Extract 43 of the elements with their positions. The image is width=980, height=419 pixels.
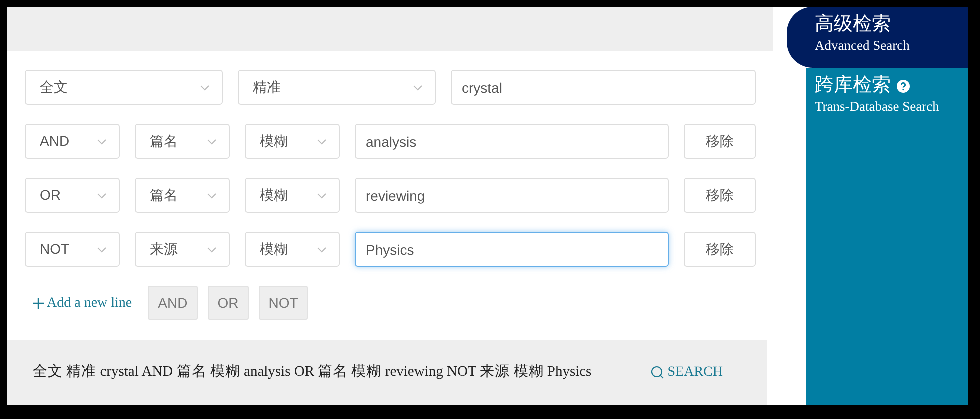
- dropdown[interactable]: 模糊: [245, 124, 340, 159]
- chevron-icon: [97, 192, 107, 198]
- tab-subtitle: Trans-Database Search: [815, 98, 940, 116]
- dropdown[interactable]: 精准: [238, 70, 436, 105]
- chevron-icon: [207, 192, 217, 198]
- search-button[interactable]: SEARCH: [650, 362, 723, 383]
- dropdown[interactable]: OR: [25, 178, 120, 213]
- query-summary: 全文 精准 crystal AND 篇名 模糊 analysis OR 篇名 模糊 reviewing NOT 来源 模糊 Physics: [33, 362, 592, 382]
- dropdown[interactable]: 篇名: [135, 178, 230, 213]
- dropdown[interactable]: 篇名: [135, 124, 230, 159]
- search-input[interactable]: reviewing: [355, 178, 669, 213]
- operator-button[interactable]: OR: [208, 286, 249, 320]
- chevron-icon: [317, 246, 327, 252]
- sidebar-tab[interactable]: 跨库检索 Trans-Database Search: [806, 68, 968, 126]
- tab-title: 跨库检索: [815, 76, 891, 97]
- operator-button[interactable]: AND: [148, 286, 198, 320]
- dropdown[interactable]: 模糊: [245, 232, 340, 267]
- chevron-icon: [97, 246, 107, 252]
- tab-title: 高级检索: [815, 15, 891, 36]
- chevron-icon: [97, 138, 107, 144]
- dropdown[interactable]: 全文: [25, 70, 223, 105]
- chevron-icon: [200, 84, 210, 90]
- chevron-icon: [413, 84, 423, 90]
- chevron-icon: [207, 138, 217, 144]
- dropdown[interactable]: 来源: [135, 232, 230, 267]
- tab-subtitle: Advanced Search: [815, 36, 911, 55]
- dropdown[interactable]: NOT: [25, 232, 120, 267]
- search-input[interactable]: crystal: [451, 70, 756, 105]
- search-input[interactable]: analysis: [355, 124, 669, 159]
- remove-button[interactable]: 移除: [684, 178, 756, 213]
- plus-icon: [33, 298, 44, 308]
- remove-button[interactable]: 移除: [684, 232, 756, 267]
- search-icon: [650, 366, 664, 379]
- chevron-icon: [317, 138, 327, 144]
- dropdown[interactable]: AND: [25, 124, 120, 159]
- dropdown[interactable]: 模糊: [245, 178, 340, 213]
- sidebar-tab[interactable]: 高级检索 Advanced Search: [787, 7, 968, 68]
- chevron-icon: [207, 246, 217, 252]
- operator-button[interactable]: NOT: [258, 286, 308, 320]
- chevron-icon: [317, 192, 327, 198]
- remove-button[interactable]: 移除: [684, 124, 756, 159]
- add-line-link[interactable]: Add a new line: [33, 292, 132, 314]
- search-input[interactable]: Physics: [355, 232, 669, 267]
